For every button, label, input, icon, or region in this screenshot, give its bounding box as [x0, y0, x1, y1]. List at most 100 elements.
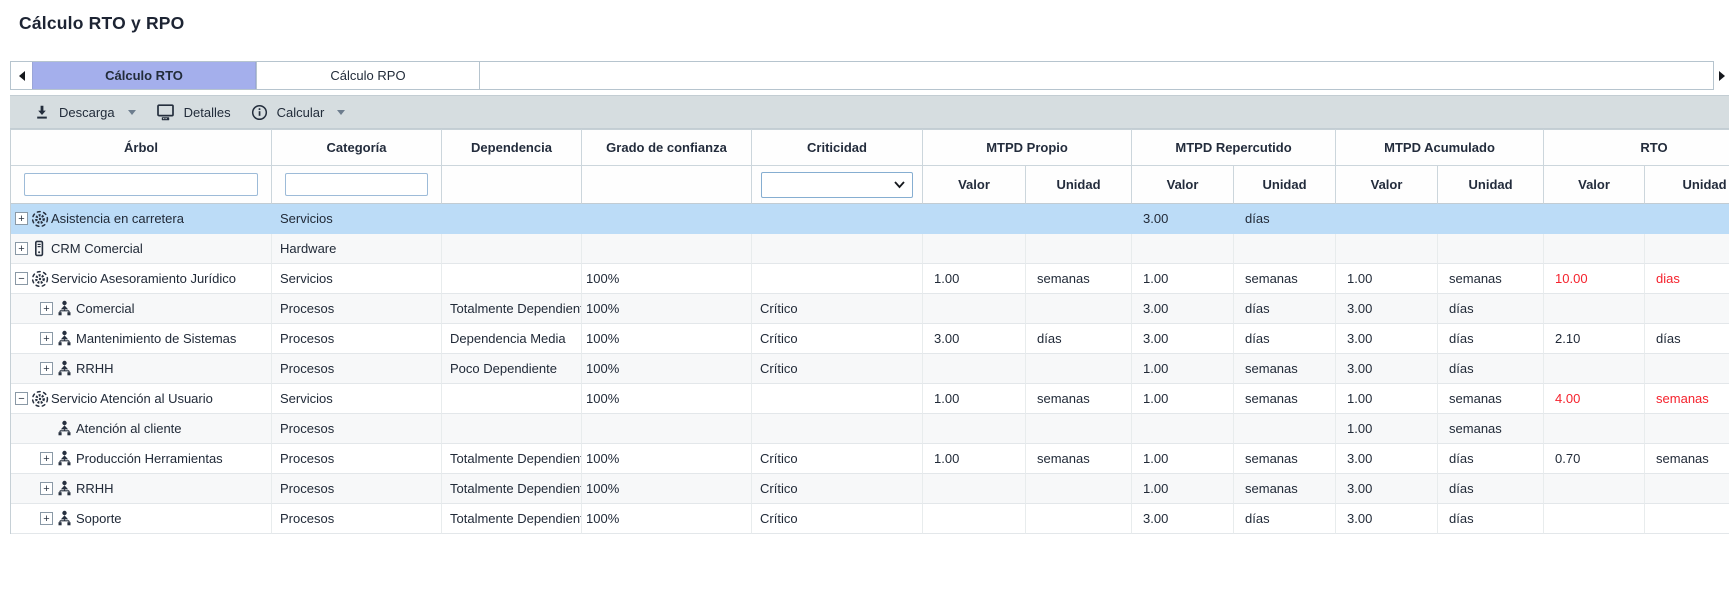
cell-mtpd-propio-unidad[interactable]: semanas	[1026, 384, 1132, 414]
column-header-grado-confianza[interactable]: Grado de confianza	[582, 129, 752, 166]
cell-grado-confianza[interactable]: 100%	[582, 384, 752, 414]
cell-mtpd-repercutido-unidad[interactable]: semanas	[1234, 384, 1336, 414]
cell-rto-valor[interactable]: 10.00	[1544, 264, 1645, 294]
cell-mtpd-acumulado-unidad[interactable]: días	[1438, 354, 1544, 384]
cell-mtpd-repercutido-unidad[interactable]: semanas	[1234, 444, 1336, 474]
cell-mtpd-repercutido-unidad[interactable]: semanas	[1234, 264, 1336, 294]
cell-rto-valor[interactable]	[1544, 504, 1645, 534]
cell-rto-valor[interactable]	[1544, 354, 1645, 384]
cell-dependencia[interactable]: Dependencia Media	[442, 324, 582, 354]
cell-arbol[interactable]: + RRHH	[11, 474, 272, 504]
table-row[interactable]: + RRHH Procesos Totalmente Dependiente 1…	[11, 474, 1729, 504]
cell-grado-confianza[interactable]: 100%	[582, 474, 752, 504]
cell-mtpd-repercutido-unidad[interactable]: días	[1234, 204, 1336, 234]
cell-dependencia[interactable]	[442, 384, 582, 414]
cell-grado-confianza[interactable]: 100%	[582, 294, 752, 324]
cell-grado-confianza[interactable]: 100%	[582, 354, 752, 384]
cell-rto-unidad[interactable]	[1645, 234, 1729, 264]
cell-criticidad[interactable]: Crítico	[752, 444, 923, 474]
cell-arbol[interactable]: Atención al cliente	[11, 414, 272, 444]
cell-dependencia[interactable]: Totalmente Dependiente	[442, 444, 582, 474]
cell-mtpd-acumulado-valor[interactable]: 3.00	[1336, 294, 1438, 324]
table-row[interactable]: Atención al cliente Procesos 1.00 semana…	[11, 414, 1729, 444]
cell-mtpd-acumulado-unidad[interactable]: semanas	[1438, 264, 1544, 294]
cell-mtpd-propio-valor[interactable]	[923, 234, 1026, 264]
cell-mtpd-propio-unidad[interactable]: semanas	[1026, 444, 1132, 474]
table-row[interactable]: + Comercial Procesos Totalmente Dependie…	[11, 294, 1729, 324]
cell-dependencia[interactable]	[442, 204, 582, 234]
cell-mtpd-acumulado-valor[interactable]: 3.00	[1336, 474, 1438, 504]
categoria-filter-input[interactable]	[285, 173, 428, 196]
cell-dependencia[interactable]	[442, 234, 582, 264]
detalles-button[interactable]: Detalles	[156, 104, 231, 121]
cell-grado-confianza[interactable]	[582, 414, 752, 444]
cell-criticidad[interactable]	[752, 234, 923, 264]
subheader-repercutido-unidad[interactable]: Unidad	[1234, 166, 1336, 204]
cell-arbol[interactable]: + CRM Comercial	[11, 234, 272, 264]
cell-mtpd-acumulado-valor[interactable]: 3.00	[1336, 444, 1438, 474]
cell-grado-confianza[interactable]: 100%	[582, 504, 752, 534]
cell-categoria[interactable]: Procesos	[272, 324, 442, 354]
cell-mtpd-repercutido-valor[interactable]: 3.00	[1132, 324, 1234, 354]
cell-categoria[interactable]: Procesos	[272, 444, 442, 474]
cell-arbol[interactable]: + Soporte	[11, 504, 272, 534]
subheader-propio-valor[interactable]: Valor	[923, 166, 1026, 204]
tree-expander[interactable]: +	[15, 212, 28, 225]
cell-mtpd-repercutido-valor[interactable]	[1132, 234, 1234, 264]
cell-mtpd-propio-unidad[interactable]	[1026, 234, 1132, 264]
descarga-button[interactable]: Descarga	[34, 104, 136, 120]
tree-expander[interactable]: −	[15, 272, 28, 285]
table-row[interactable]: + Mantenimiento de Sistemas Procesos Dep…	[11, 324, 1729, 354]
cell-mtpd-propio-unidad[interactable]	[1026, 354, 1132, 384]
cell-mtpd-acumulado-unidad[interactable]: días	[1438, 294, 1544, 324]
cell-mtpd-repercutido-unidad[interactable]: días	[1234, 294, 1336, 324]
cell-mtpd-acumulado-unidad[interactable]: días	[1438, 504, 1544, 534]
cell-mtpd-propio-valor[interactable]	[923, 294, 1026, 324]
cell-mtpd-repercutido-valor[interactable]: 1.00	[1132, 384, 1234, 414]
cell-mtpd-propio-valor[interactable]: 1.00	[923, 264, 1026, 294]
tab-scroll-left-button[interactable]	[11, 62, 32, 89]
cell-mtpd-propio-unidad[interactable]	[1026, 504, 1132, 534]
cell-dependencia[interactable]: Totalmente Dependiente	[442, 474, 582, 504]
cell-mtpd-propio-valor[interactable]	[923, 354, 1026, 384]
cell-categoria[interactable]: Procesos	[272, 414, 442, 444]
tab-calculo-rpo[interactable]: Cálculo RPO	[256, 62, 480, 89]
cell-rto-valor[interactable]: 4.00	[1544, 384, 1645, 414]
cell-mtpd-propio-valor[interactable]: 3.00	[923, 324, 1026, 354]
cell-rto-valor[interactable]: 2.10	[1544, 324, 1645, 354]
cell-mtpd-propio-valor[interactable]	[923, 204, 1026, 234]
cell-categoria[interactable]: Procesos	[272, 474, 442, 504]
cell-mtpd-repercutido-valor[interactable]: 3.00	[1132, 294, 1234, 324]
cell-categoria[interactable]: Servicios	[272, 384, 442, 414]
subheader-rto-unidad[interactable]: Unidad	[1645, 166, 1729, 204]
arbol-filter-input[interactable]	[24, 173, 258, 196]
cell-mtpd-repercutido-unidad[interactable]: días	[1234, 324, 1336, 354]
cell-mtpd-repercutido-valor[interactable]: 1.00	[1132, 474, 1234, 504]
cell-mtpd-repercutido-valor[interactable]: 1.00	[1132, 354, 1234, 384]
column-header-arbol[interactable]: Árbol	[11, 129, 272, 166]
cell-mtpd-acumulado-unidad[interactable]: semanas	[1438, 414, 1544, 444]
cell-criticidad[interactable]	[752, 264, 923, 294]
cell-mtpd-acumulado-unidad[interactable]	[1438, 234, 1544, 264]
cell-dependencia[interactable]: Poco Dependiente	[442, 354, 582, 384]
cell-mtpd-acumulado-valor[interactable]: 3.00	[1336, 354, 1438, 384]
cell-mtpd-acumulado-valor[interactable]: 1.00	[1336, 414, 1438, 444]
table-row[interactable]: + Asistencia en carretera Servicios 3.00…	[11, 204, 1729, 234]
cell-mtpd-repercutido-unidad[interactable]: días	[1234, 504, 1336, 534]
subheader-repercutido-valor[interactable]: Valor	[1132, 166, 1234, 204]
cell-criticidad[interactable]: Crítico	[752, 324, 923, 354]
cell-mtpd-acumulado-unidad[interactable]: semanas	[1438, 384, 1544, 414]
cell-mtpd-propio-unidad[interactable]	[1026, 474, 1132, 504]
cell-arbol[interactable]: + Asistencia en carretera	[11, 204, 272, 234]
cell-categoria[interactable]: Procesos	[272, 294, 442, 324]
cell-criticidad[interactable]: Crítico	[752, 504, 923, 534]
cell-rto-valor[interactable]: 0.70	[1544, 444, 1645, 474]
cell-categoria[interactable]: Servicios	[272, 204, 442, 234]
cell-arbol[interactable]: + RRHH	[11, 354, 272, 384]
cell-mtpd-acumulado-valor[interactable]: 1.00	[1336, 264, 1438, 294]
tree-expander[interactable]: +	[40, 302, 53, 315]
cell-grado-confianza[interactable]: 100%	[582, 444, 752, 474]
cell-mtpd-acumulado-valor[interactable]: 3.00	[1336, 324, 1438, 354]
cell-mtpd-repercutido-valor[interactable]: 3.00	[1132, 504, 1234, 534]
cell-grado-confianza[interactable]: 100%	[582, 264, 752, 294]
